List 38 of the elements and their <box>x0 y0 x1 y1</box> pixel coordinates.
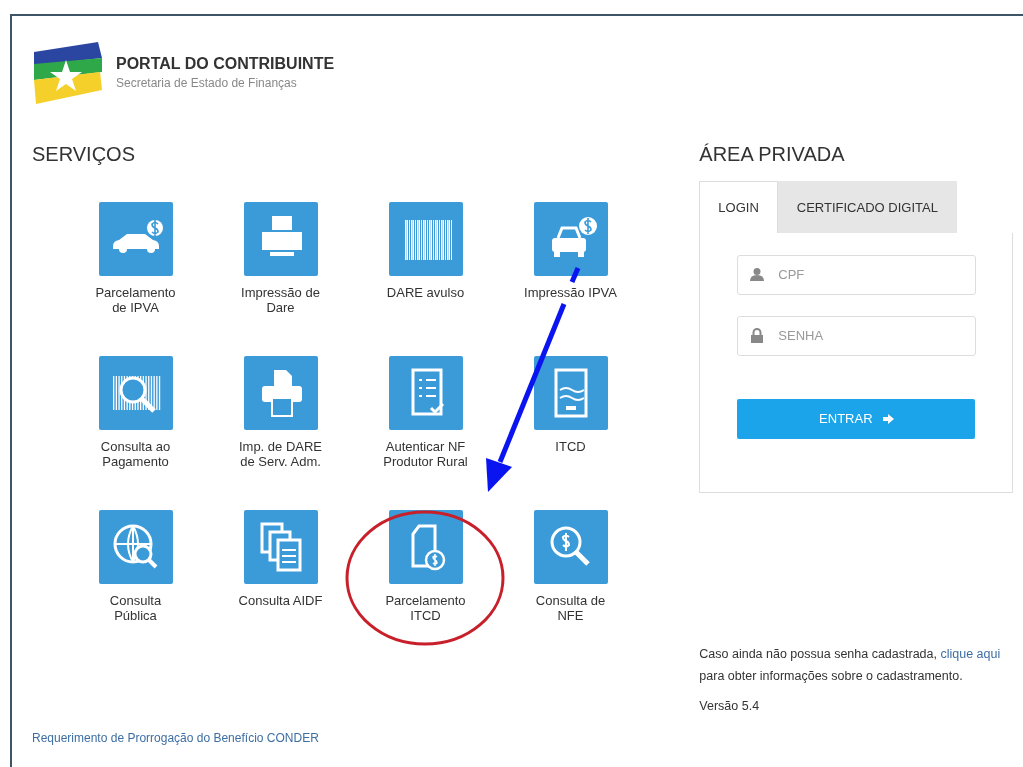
service-tile[interactable] <box>243 202 318 276</box>
section-heading: SERVIÇOS <box>32 144 136 164</box>
site-title: PORTAL DO CONTRIBUINTE <box>116 54 335 74</box>
service-link[interactable]: Consulta de NFE <box>535 593 606 623</box>
service-link[interactable]: Impressão IPVA <box>524 285 617 300</box>
service-tile[interactable] <box>243 356 318 430</box>
service-link[interactable]: DARE avulso <box>386 285 465 300</box>
service-tile[interactable] <box>98 202 173 276</box>
service-tile[interactable] <box>388 356 463 430</box>
service-tile[interactable] <box>98 356 173 430</box>
input-field[interactable]: SENHA <box>737 315 976 356</box>
version-text: Versão 5.4 <box>699 697 761 715</box>
service-link[interactable]: Consulta AIDF <box>238 593 323 608</box>
service-tile[interactable] <box>533 510 608 584</box>
service-link[interactable]: Imp. de DARE de Serv. Adm. <box>238 439 323 469</box>
service-tile[interactable] <box>243 510 318 584</box>
service-tile[interactable] <box>533 356 608 430</box>
service-link[interactable]: Consulta ao Pagamento <box>100 439 171 469</box>
service-tile[interactable] <box>388 202 463 276</box>
service-link[interactable]: Consulta Pública <box>109 593 162 623</box>
tab[interactable]: LOGIN <box>699 181 778 233</box>
service-link[interactable]: Autenticar NF Produtor Rural <box>383 439 468 469</box>
info-link[interactable]: clique aqui <box>940 646 1001 661</box>
service-link[interactable]: Parcelamento ITCD <box>385 593 466 623</box>
service-link[interactable]: Impressão de Dare <box>241 285 320 315</box>
service-tile[interactable] <box>533 202 608 276</box>
footer-link[interactable]: Requerimento de Prorrogação do Benefício CONDER <box>32 729 319 747</box>
section-heading: ÁREA PRIVADA <box>699 144 846 164</box>
input-field[interactable]: CPF <box>737 254 976 295</box>
logo <box>32 40 104 106</box>
info-text: Caso ainda não possua senha cadastrada, clique aqui para obter informações sobre o cadastramento. <box>699 645 1002 685</box>
service-tile[interactable] <box>98 510 173 584</box>
arrow-right-icon <box>882 413 894 424</box>
site-subtitle: Secretaria de Estado de Finanças <box>116 74 298 92</box>
service-link[interactable]: ITCD <box>555 439 586 454</box>
tab[interactable]: CERTIFICADO DIGITAL <box>777 181 957 233</box>
service-tile[interactable] <box>388 510 463 584</box>
service-link[interactable]: Parcelamento de IPVA <box>95 285 176 315</box>
